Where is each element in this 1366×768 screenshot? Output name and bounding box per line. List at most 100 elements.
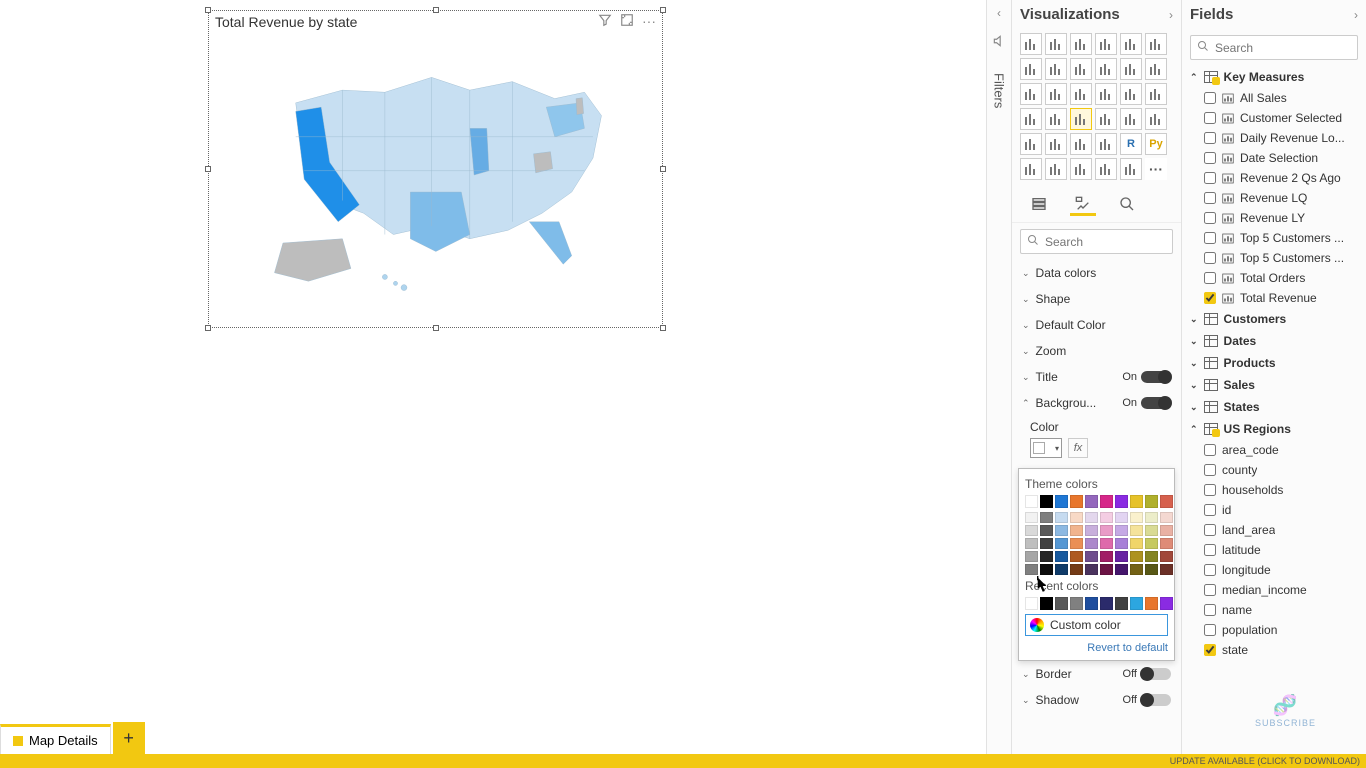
resize-handle[interactable] xyxy=(660,7,666,13)
field-date-selection[interactable]: Date Selection xyxy=(1182,148,1366,168)
format-search[interactable] xyxy=(1020,229,1173,254)
color-swatch[interactable] xyxy=(1100,564,1113,575)
viz-type-table[interactable] xyxy=(1070,133,1092,155)
color-swatch[interactable] xyxy=(1160,495,1173,508)
update-available-label[interactable]: UPDATE AVAILABLE (CLICK TO DOWNLOAD) xyxy=(1170,756,1360,766)
color-swatch[interactable] xyxy=(1025,495,1038,508)
color-swatch[interactable] xyxy=(1100,495,1113,508)
field-checkbox[interactable] xyxy=(1204,252,1216,264)
color-swatch[interactable] xyxy=(1145,525,1158,536)
table-customers[interactable]: ⌄Customers xyxy=(1182,308,1366,330)
color-swatch[interactable] xyxy=(1085,597,1098,610)
color-swatch[interactable] xyxy=(1160,525,1173,536)
field-checkbox[interactable] xyxy=(1204,484,1216,496)
color-swatch[interactable] xyxy=(1130,512,1143,523)
color-swatch[interactable] xyxy=(1115,538,1128,549)
fields-well-button[interactable] xyxy=(1026,194,1052,216)
filter-icon[interactable] xyxy=(598,13,612,30)
color-swatch[interactable] xyxy=(1025,525,1038,536)
viz-type-r-visual[interactable]: R xyxy=(1120,133,1142,155)
color-swatch[interactable] xyxy=(1115,597,1128,610)
resize-handle[interactable] xyxy=(433,7,439,13)
color-swatch[interactable] xyxy=(1100,597,1113,610)
viz-type-gauge[interactable] xyxy=(1095,108,1117,130)
viz-type-ribbon[interactable] xyxy=(1145,58,1167,80)
color-swatch[interactable] xyxy=(1130,538,1143,549)
section-default-color[interactable]: ⌄Default Color xyxy=(1012,312,1181,338)
color-swatch[interactable] xyxy=(1100,512,1113,523)
color-swatch[interactable] xyxy=(1055,597,1068,610)
field-checkbox[interactable] xyxy=(1204,132,1216,144)
color-swatch[interactable] xyxy=(1115,525,1128,536)
field-checkbox[interactable] xyxy=(1204,152,1216,164)
color-swatch[interactable] xyxy=(1070,597,1083,610)
shadow-toggle[interactable]: Off xyxy=(1123,694,1171,706)
table-key-measures[interactable]: ⌃Key Measures xyxy=(1182,66,1366,88)
field-households[interactable]: households xyxy=(1182,480,1366,500)
field-total-revenue[interactable]: Total Revenue xyxy=(1182,288,1366,308)
color-swatch[interactable] xyxy=(1160,597,1173,610)
field-checkbox[interactable] xyxy=(1204,92,1216,104)
table-states[interactable]: ⌄States xyxy=(1182,396,1366,418)
viz-type-arcgis[interactable] xyxy=(1120,158,1142,180)
color-swatch[interactable] xyxy=(1040,512,1053,523)
table-us-regions[interactable]: ⌃US Regions xyxy=(1182,418,1366,440)
color-swatch[interactable] xyxy=(1100,525,1113,536)
filled-map-body[interactable] xyxy=(209,32,662,326)
viz-type-qna[interactable] xyxy=(1070,158,1092,180)
field-checkbox[interactable] xyxy=(1204,232,1216,244)
field-daily-revenue-lo-[interactable]: Daily Revenue Lo... xyxy=(1182,128,1366,148)
resize-handle[interactable] xyxy=(205,7,211,13)
viz-type-kpi[interactable] xyxy=(1020,133,1042,155)
viz-type-clustered-bar[interactable] xyxy=(1070,33,1092,55)
viz-type-waterfall[interactable] xyxy=(1020,83,1042,105)
viz-type-paginated[interactable] xyxy=(1095,158,1117,180)
color-swatch[interactable] xyxy=(1100,538,1113,549)
field-county[interactable]: county xyxy=(1182,460,1366,480)
table-dates[interactable]: ⌄Dates xyxy=(1182,330,1366,352)
color-swatch[interactable] xyxy=(1130,597,1143,610)
status-bar[interactable]: UPDATE AVAILABLE (CLICK TO DOWNLOAD) xyxy=(0,754,1366,768)
field-revenue-ly[interactable]: Revenue LY xyxy=(1182,208,1366,228)
viz-type-scatter[interactable] xyxy=(1070,83,1092,105)
color-swatch[interactable] xyxy=(1085,512,1098,523)
resize-handle[interactable] xyxy=(660,166,666,172)
color-swatch[interactable] xyxy=(1115,551,1128,562)
color-swatch[interactable] xyxy=(1040,597,1053,610)
field-checkbox[interactable] xyxy=(1204,604,1216,616)
viz-type-area[interactable] xyxy=(1045,58,1067,80)
table-sales[interactable]: ⌄Sales xyxy=(1182,374,1366,396)
color-swatch[interactable] xyxy=(1085,495,1098,508)
section-background[interactable]: ⌃Backgrou... On xyxy=(1012,390,1181,416)
viz-type-map[interactable] xyxy=(1020,108,1042,130)
color-swatch[interactable] xyxy=(1025,538,1038,549)
field-customer-selected[interactable]: Customer Selected xyxy=(1182,108,1366,128)
section-border[interactable]: ⌄Border Off xyxy=(1012,661,1181,687)
field-latitude[interactable]: latitude xyxy=(1182,540,1366,560)
color-swatch[interactable] xyxy=(1040,551,1053,562)
filters-pane-collapsed[interactable]: ‹ Filters xyxy=(986,0,1012,768)
viz-type-filled-map[interactable] xyxy=(1045,108,1067,130)
color-swatch[interactable] xyxy=(1055,564,1068,575)
viz-type-card[interactable] xyxy=(1120,108,1142,130)
color-swatch[interactable] xyxy=(1055,551,1068,562)
speaker-icon[interactable] xyxy=(987,34,1011,53)
add-page-button[interactable]: + xyxy=(113,722,145,754)
color-swatch[interactable] xyxy=(1115,564,1128,575)
color-swatch[interactable] xyxy=(1070,564,1083,575)
table-products[interactable]: ⌄Products xyxy=(1182,352,1366,374)
color-swatch[interactable] xyxy=(1160,538,1173,549)
field-revenue-lq[interactable]: Revenue LQ xyxy=(1182,188,1366,208)
chevron-left-icon[interactable]: ‹ xyxy=(987,0,1011,20)
viz-type-donut[interactable] xyxy=(1120,83,1142,105)
resize-handle[interactable] xyxy=(205,325,211,331)
color-swatch[interactable] xyxy=(1160,551,1173,562)
color-swatch[interactable] xyxy=(1145,597,1158,610)
background-toggle[interactable]: On xyxy=(1122,397,1171,409)
viz-type-stacked-column[interactable] xyxy=(1045,33,1067,55)
field-checkbox[interactable] xyxy=(1204,272,1216,284)
format-search-input[interactable] xyxy=(1045,235,1182,249)
report-canvas[interactable]: Total Revenue by state ··· xyxy=(0,0,986,768)
color-swatch[interactable] xyxy=(1085,564,1098,575)
custom-color-button[interactable]: Custom color xyxy=(1025,614,1168,636)
